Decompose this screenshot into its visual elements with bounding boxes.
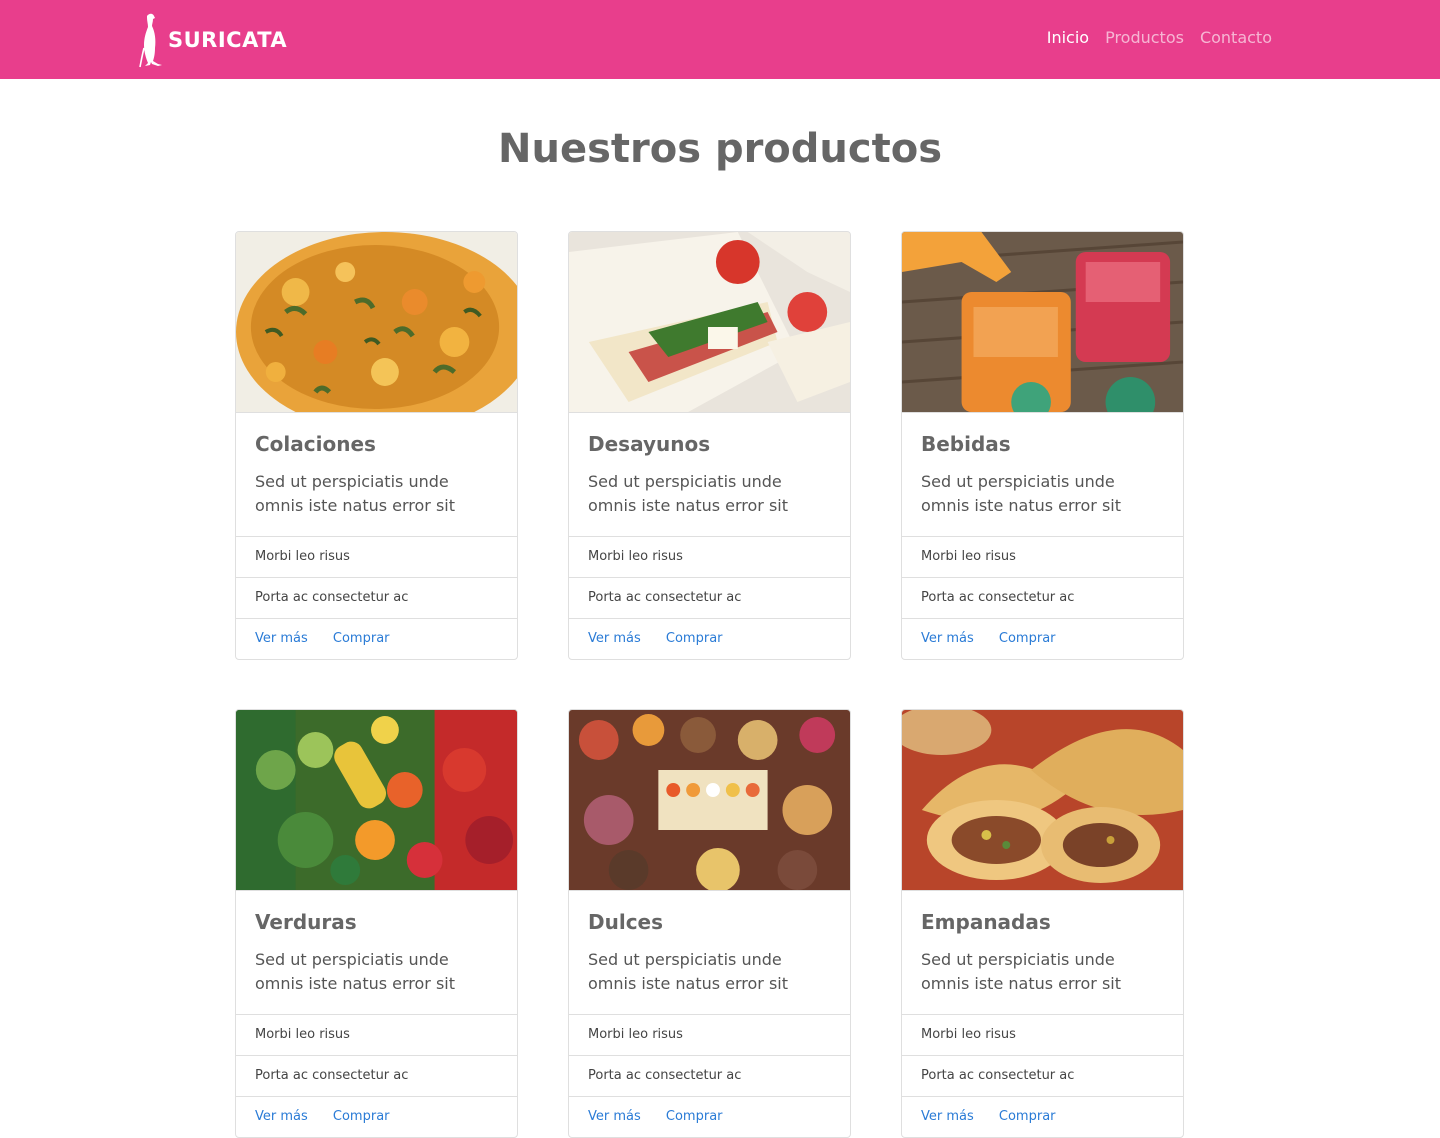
page-title: Nuestros productos	[497, 126, 943, 172]
list-item: Morbi leo risus	[569, 537, 850, 578]
list-item: Morbi leo risus	[236, 1015, 517, 1056]
card-title: Empanadas	[921, 910, 1051, 934]
ver-mas-link[interactable]: Ver más	[588, 631, 641, 646]
card-text: Sed ut perspiciatis unde omnis iste natu…	[255, 472, 456, 515]
product-image-bebidas	[902, 232, 1183, 413]
ver-mas-link[interactable]: Ver más	[588, 1109, 641, 1124]
brand-logo-link[interactable]: SURICATA	[138, 12, 287, 68]
card-title: Desayunos	[588, 432, 711, 456]
brand-name: SURICATA	[168, 28, 288, 52]
comprar-link[interactable]: Comprar	[666, 1109, 723, 1124]
card-body: Verduras Sed ut perspiciatis unde omnis …	[236, 891, 517, 1015]
product-image-desayunos	[569, 232, 850, 413]
comprar-link[interactable]: Comprar	[333, 631, 390, 646]
ver-mas-link[interactable]: Ver más	[921, 1109, 974, 1124]
list-item: Porta ac consectetur ac	[236, 578, 517, 619]
card-links: Ver más Comprar	[569, 1097, 850, 1137]
list-item: Porta ac consectetur ac	[236, 1056, 517, 1097]
nav-item-inicio[interactable]: Inicio	[1047, 28, 1089, 47]
card-links: Ver más Comprar	[236, 1097, 517, 1137]
card-title: Verduras	[255, 910, 357, 934]
card-links: Ver más Comprar	[236, 619, 517, 659]
card-links: Ver más Comprar	[902, 1097, 1183, 1137]
card-title: Colaciones	[255, 432, 376, 456]
card-body: Desayunos Sed ut perspiciatis unde omnis…	[569, 413, 850, 537]
card-body: Empanadas Sed ut perspiciatis unde omnis…	[902, 891, 1183, 1015]
product-image-colaciones	[236, 232, 517, 413]
list-item: Porta ac consectetur ac	[569, 1056, 850, 1097]
card-body: Colaciones Sed ut perspiciatis unde omni…	[236, 413, 517, 537]
card-text: Sed ut perspiciatis unde omnis iste natu…	[255, 950, 456, 993]
nav-item-contacto[interactable]: Contacto	[1200, 28, 1272, 47]
comprar-link[interactable]: Comprar	[999, 631, 1056, 646]
card-links: Ver más Comprar	[902, 619, 1183, 659]
list-item: Porta ac consectetur ac	[902, 578, 1183, 619]
product-card: Bebidas Sed ut perspiciatis unde omnis i…	[901, 231, 1184, 660]
card-text: Sed ut perspiciatis unde omnis iste natu…	[588, 950, 789, 993]
card-text: Sed ut perspiciatis unde omnis iste natu…	[921, 472, 1122, 515]
card-text: Sed ut perspiciatis unde omnis iste natu…	[588, 472, 789, 515]
nav-item-productos[interactable]: Productos	[1105, 28, 1184, 47]
ver-mas-link[interactable]: Ver más	[921, 631, 974, 646]
list-item: Porta ac consectetur ac	[902, 1056, 1183, 1097]
product-card: Verduras Sed ut perspiciatis unde omnis …	[235, 709, 518, 1138]
main-nav: Inicio Productos Contacto	[1047, 28, 1272, 47]
list-item: Morbi leo risus	[569, 1015, 850, 1056]
navbar: SURICATA Inicio Productos Contacto	[0, 0, 1440, 79]
card-links: Ver más Comprar	[569, 619, 850, 659]
product-image-dulces	[569, 710, 850, 891]
comprar-link[interactable]: Comprar	[333, 1109, 390, 1124]
card-title: Dulces	[588, 910, 664, 934]
product-image-verduras	[236, 710, 517, 891]
card-body: Bebidas Sed ut perspiciatis unde omnis i…	[902, 413, 1183, 537]
comprar-link[interactable]: Comprar	[666, 631, 723, 646]
meerkat-logo-icon	[139, 13, 162, 68]
card-body: Dulces Sed ut perspiciatis unde omnis is…	[569, 891, 850, 1015]
ver-mas-link[interactable]: Ver más	[255, 1109, 308, 1124]
list-item: Morbi leo risus	[902, 1015, 1183, 1056]
product-card: Dulces Sed ut perspiciatis unde omnis is…	[568, 709, 851, 1138]
list-item: Morbi leo risus	[902, 537, 1183, 578]
product-image-empanadas	[902, 710, 1183, 891]
list-item: Porta ac consectetur ac	[569, 578, 850, 619]
ver-mas-link[interactable]: Ver más	[255, 631, 308, 646]
product-card: Desayunos Sed ut perspiciatis unde omnis…	[568, 231, 851, 660]
card-text: Sed ut perspiciatis unde omnis iste natu…	[921, 950, 1122, 993]
comprar-link[interactable]: Comprar	[999, 1109, 1056, 1124]
list-item: Morbi leo risus	[236, 537, 517, 578]
product-card: Empanadas Sed ut perspiciatis unde omnis…	[901, 709, 1184, 1138]
product-card: Colaciones Sed ut perspiciatis unde omni…	[235, 231, 518, 660]
card-title: Bebidas	[921, 432, 1011, 456]
